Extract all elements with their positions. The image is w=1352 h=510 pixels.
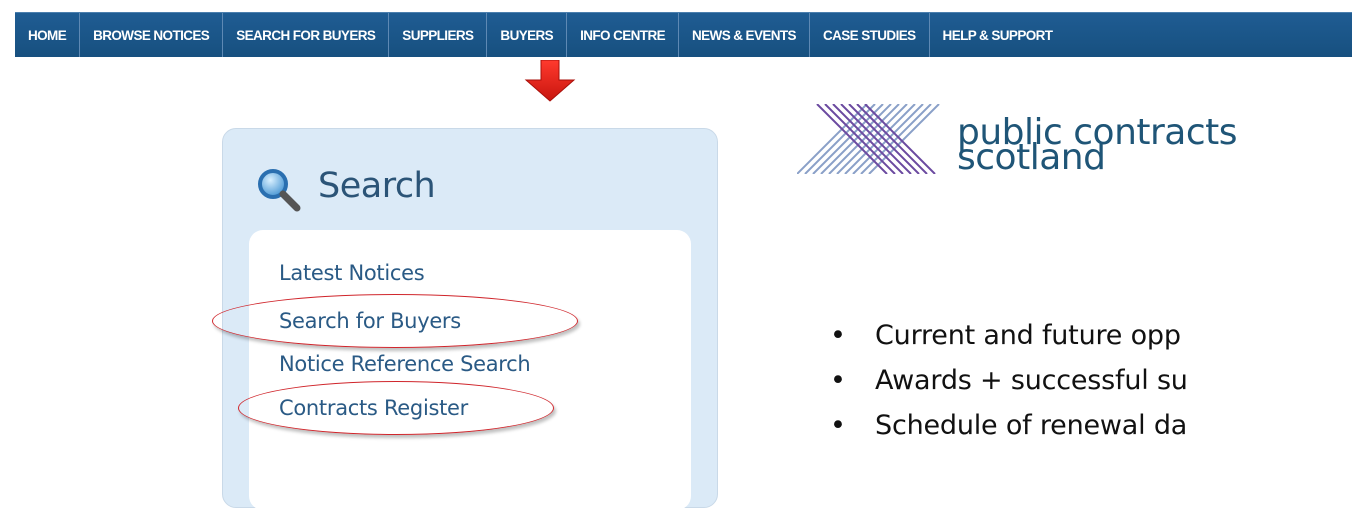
nav-buyers[interactable]: BUYERS	[487, 13, 568, 57]
red-arrow-down-icon	[524, 60, 576, 102]
nav-browse-notices[interactable]: BROWSE NOTICES	[80, 13, 224, 57]
link-latest-notices[interactable]: Latest Notices	[279, 261, 425, 285]
bullet-item: • Current and future opp	[830, 320, 1181, 351]
search-panel-title: Search	[318, 166, 436, 206]
nav-info-centre[interactable]: INFO CENTRE	[567, 13, 679, 57]
link-notice-reference-search[interactable]: Notice Reference Search	[279, 352, 531, 376]
bullet-item: • Schedule of renewal da	[830, 410, 1188, 441]
bullet-item: • Awards + successful su	[830, 365, 1188, 396]
nav-suppliers[interactable]: SUPPLIERS	[389, 13, 488, 57]
nav-search-for-buyers[interactable]: SEARCH FOR BUYERS	[223, 13, 390, 57]
feature-bullet-list: • Current and future opp • Awards + succes…	[830, 0, 1352, 495]
nav-news-events[interactable]: NEWS & EVENTS	[679, 13, 810, 57]
annotation-ellipse-contracts-register	[238, 381, 554, 435]
nav-home[interactable]: HOME	[15, 13, 81, 57]
annotation-ellipse-search-for-buyers	[212, 294, 578, 348]
search-icon	[258, 169, 301, 212]
